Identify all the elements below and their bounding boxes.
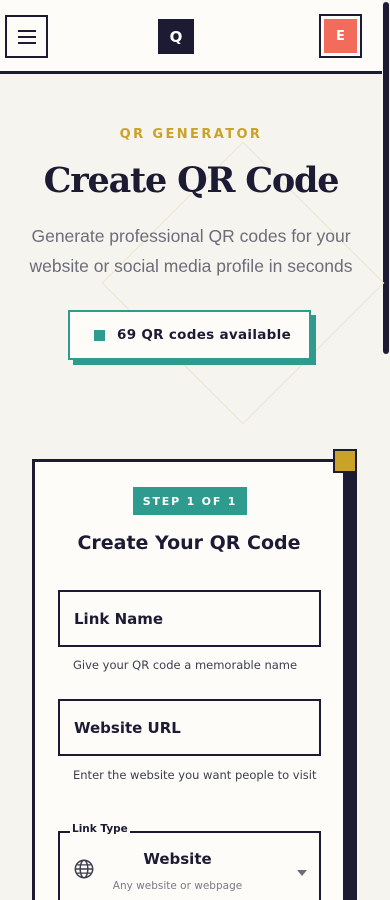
card-corner-accent [333, 449, 357, 473]
avatar: E [324, 19, 357, 53]
scrollbar[interactable] [382, 0, 390, 900]
link-type-value: Website [143, 850, 212, 868]
link-name-placeholder: Link Name [74, 609, 164, 628]
page-subtitle: Generate professional QR codes for your … [29, 226, 353, 276]
website-url-helper: Enter the website you want people to vis… [73, 768, 317, 782]
avatar-button[interactable]: E [319, 14, 362, 58]
link-name-field[interactable]: Link Name [58, 590, 321, 647]
globe-icon [74, 859, 94, 879]
website-url-placeholder: Website URL [74, 718, 181, 737]
menu-button[interactable] [5, 15, 48, 58]
card-shadow [345, 469, 357, 900]
app-header: Q E [0, 0, 382, 74]
eyebrow-label: QR GENERATOR [119, 127, 263, 142]
menu-icon-bar [17, 35, 36, 38]
link-type-description: Any website or webpage [112, 880, 243, 892]
availability-square-icon [94, 329, 105, 341]
availability-text: 69 QR codes available [117, 327, 292, 343]
menu-icon-bar [17, 41, 36, 44]
step-badge: STEP 1 OF 1 [133, 487, 247, 515]
link-type-label: Link Type [70, 823, 130, 835]
page-title: Create QR Code [43, 160, 340, 201]
menu-icon-bar [17, 29, 36, 32]
website-url-field[interactable]: Website URL [58, 699, 321, 756]
logo[interactable]: Q [158, 19, 194, 54]
link-name-helper: Give your QR code a memorable name [73, 658, 298, 672]
chevron-down-icon[interactable] [297, 870, 307, 876]
form-title: Create Your QR Code [77, 532, 301, 554]
availability-badge: 69 QR codes available [68, 310, 311, 360]
scrollbar-thumb[interactable] [383, 2, 389, 354]
